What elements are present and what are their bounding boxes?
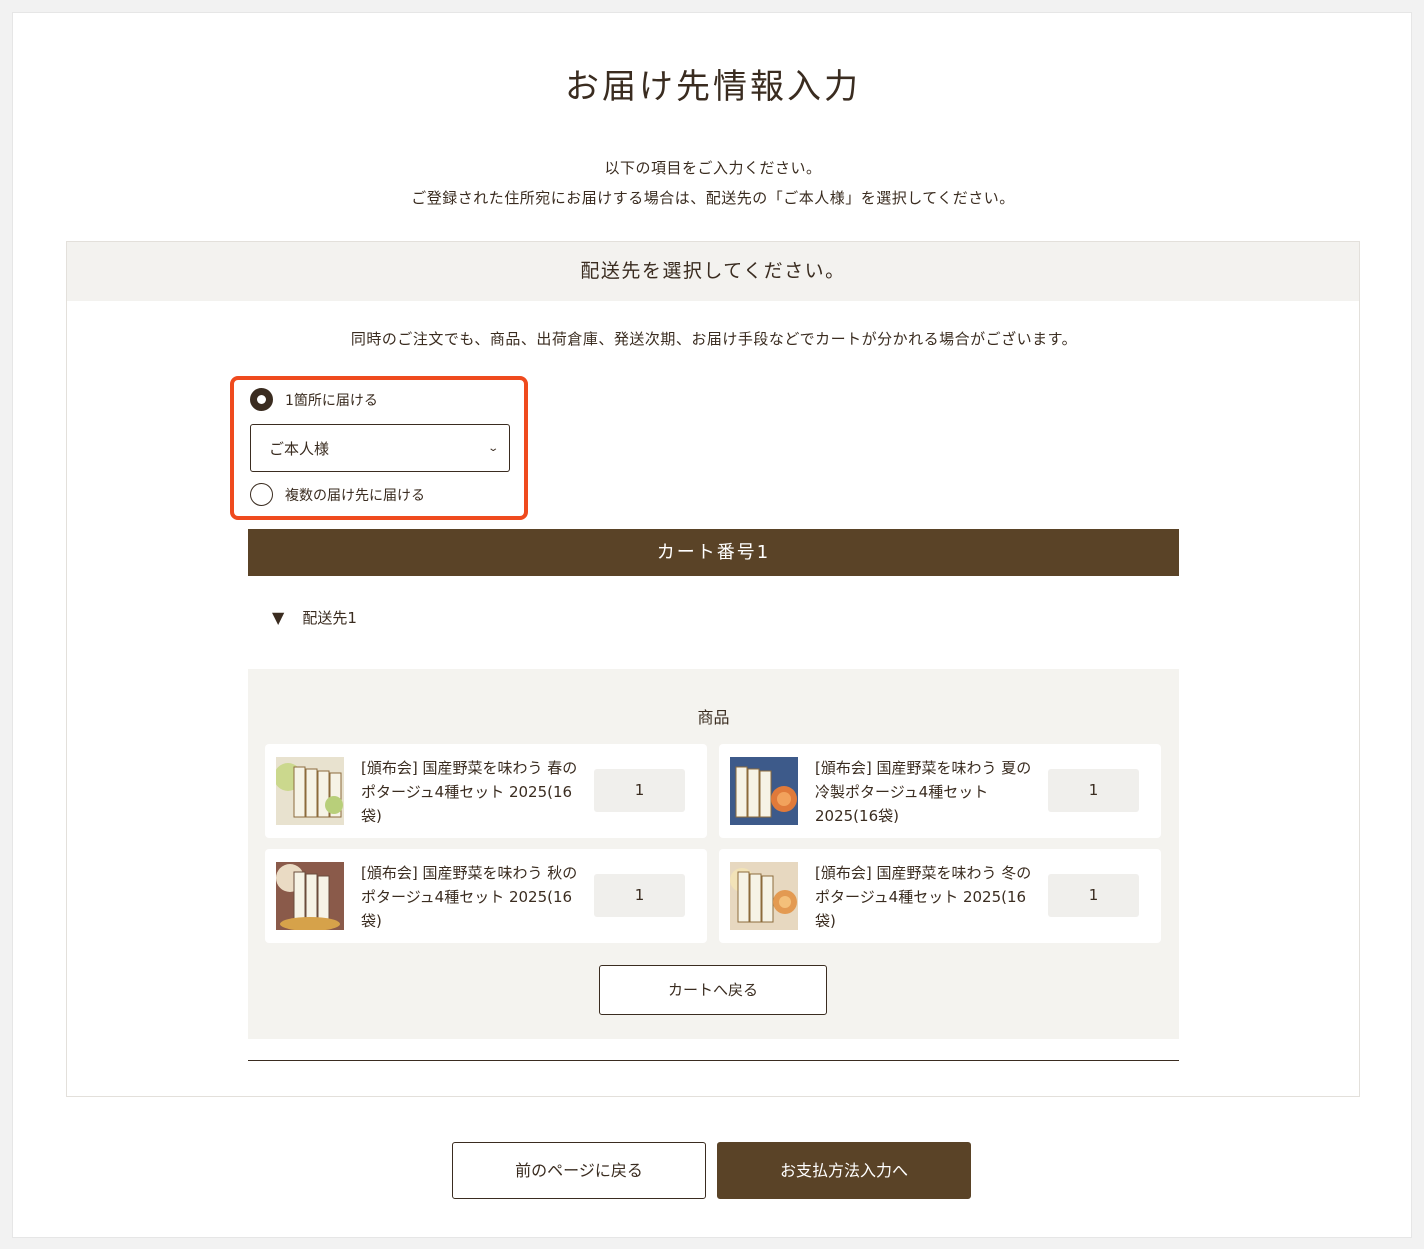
triangle-down-icon: ▼	[272, 608, 285, 627]
radio-single-destination[interactable]: 1箇所に届ける	[250, 388, 378, 411]
quantity-field[interactable]: 1	[1048, 769, 1139, 812]
product-item: [頒布会] 国産野菜を味わう 秋のポタージュ4種セット 2025(16袋) 1	[265, 849, 707, 943]
page-frame: お届け先情報入力 以下の項目をご入力ください。 ご登録された住所宛にお届けする場…	[12, 12, 1412, 1238]
product-thumbnail	[730, 757, 798, 825]
recipient-select-value: ご本人様	[269, 439, 330, 458]
delivery-panel: 配送先を選択してください。 同時のご注文でも、商品、出荷倉庫、発送次期、お届け手…	[66, 241, 1360, 1097]
goods-title: 商品	[697, 708, 730, 727]
radio-single-label: 1箇所に届ける	[285, 392, 378, 409]
radio-unchecked-icon[interactable]	[250, 483, 273, 506]
quantity-field[interactable]: 1	[594, 874, 685, 917]
destination-toggle[interactable]: ▼ 配送先1	[272, 607, 357, 628]
recipient-select[interactable]: ご本人様 ⌄	[250, 424, 510, 472]
destination-toggle-label: 配送先1	[302, 609, 357, 627]
page-title: お届け先情報入力	[565, 67, 861, 107]
radio-multiple-destinations[interactable]: 複数の届け先に届ける	[250, 483, 425, 506]
radio-checked-icon[interactable]	[250, 388, 273, 411]
product-thumbnail	[276, 757, 344, 825]
product-name: [頒布会] 国産野菜を味わう 夏の冷製ポタージュ4種セット 2025(16袋)	[815, 759, 1032, 825]
intro-text: 以下の項目をご入力ください。 ご登録された住所宛にお届けする場合は、配送先の「ご…	[13, 153, 1413, 213]
product-thumbnail	[276, 862, 344, 930]
quantity-field[interactable]: 1	[1048, 874, 1139, 917]
divider	[248, 1060, 1179, 1061]
product-item: [頒布会] 国産野菜を味わう 春のポタージュ4種セット 2025(16袋) 1	[265, 744, 707, 838]
panel-heading: 配送先を選択してください。	[67, 242, 1359, 301]
product-item: [頒布会] 国産野菜を味わう 冬のポタージュ4種セット 2025(16袋) 1	[719, 849, 1161, 943]
goods-section: 商品 [頒布会] 国産野菜を味わう 春のポタージュ4種セット 2025(16袋)…	[248, 669, 1179, 1039]
panel-note: 同時のご注文でも、商品、出荷倉庫、発送次期、お届け手段などでカートが分かれる場合…	[350, 330, 1078, 348]
intro-line-2: ご登録された住所宛にお届けする場合は、配送先の「ご本人様」を選択してください。	[411, 189, 1015, 207]
intro-line-1: 以下の項目をご入力ください。	[604, 159, 822, 177]
delivery-choice-highlight: 1箇所に届ける ご本人様 ⌄ 複数の届け先に届ける	[230, 376, 528, 520]
product-name: [頒布会] 国産野菜を味わう 春のポタージュ4種セット 2025(16袋)	[361, 759, 578, 825]
cart-number-header: カート番号1	[248, 529, 1179, 576]
quantity-field[interactable]: 1	[594, 769, 685, 812]
previous-page-button[interactable]: 前のページに戻る	[452, 1142, 706, 1199]
payment-method-button[interactable]: お支払方法入力へ	[717, 1142, 971, 1199]
product-name: [頒布会] 国産野菜を味わう 冬のポタージュ4種セット 2025(16袋)	[815, 864, 1032, 930]
product-item: [頒布会] 国産野菜を味わう 夏の冷製ポタージュ4種セット 2025(16袋) …	[719, 744, 1161, 838]
product-thumbnail	[730, 862, 798, 930]
chevron-down-icon: ⌄	[486, 442, 499, 454]
product-name: [頒布会] 国産野菜を味わう 秋のポタージュ4種セット 2025(16袋)	[361, 864, 578, 930]
radio-multiple-label: 複数の届け先に届ける	[285, 487, 425, 504]
back-to-cart-button[interactable]: カートへ戻る	[599, 965, 827, 1015]
